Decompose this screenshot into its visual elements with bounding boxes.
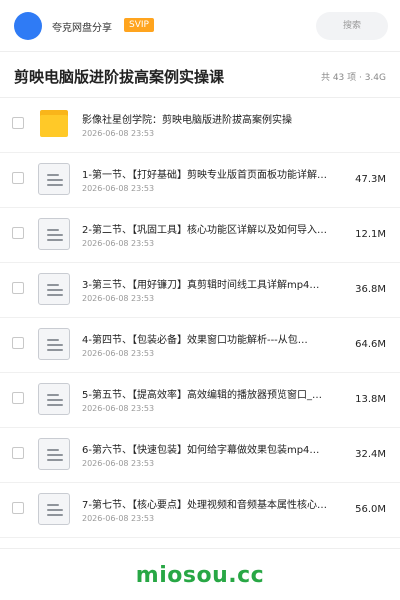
- file-date: 2026-06-08 23:53: [82, 459, 155, 468]
- file-size: 32.4M: [355, 449, 386, 460]
- file-date: 2026-06-08 23:53: [82, 239, 155, 248]
- file-size: 13.8M: [355, 394, 386, 405]
- file-date: 2026-06-08 23:53: [82, 349, 155, 358]
- select-checkbox[interactable]: [12, 337, 24, 349]
- file-list: 影像社星创学院：剪映电脑版进阶拔高案例实操 2026-06-08 23:53 1…: [0, 98, 400, 538]
- file-name: 4-第四节、【包装必备】效果窗口功能解析---从包…: [82, 335, 308, 346]
- document-icon: [38, 218, 70, 250]
- document-icon: [38, 273, 70, 305]
- list-item[interactable]: 5-第五节、【提高效率】高效编辑的播放器预览窗口_… 2026-06-08 23…: [0, 373, 400, 428]
- footer: miosou.cc: [0, 548, 400, 600]
- avatar[interactable]: [14, 12, 42, 40]
- document-icon: [38, 328, 70, 360]
- select-checkbox[interactable]: [12, 172, 24, 184]
- list-item[interactable]: 2-第二节、【巩固工具】核心功能区详解以及如何导入… 2026-06-08 23…: [0, 208, 400, 263]
- share-title-bar: 剪映电脑版进阶拔高案例实操课 共 43 项 · 3.4G: [0, 52, 400, 98]
- select-checkbox[interactable]: [12, 117, 24, 129]
- document-icon: [38, 163, 70, 195]
- file-size: 12.1M: [355, 229, 386, 240]
- file-name: 7-第七节、【核心要点】处理视频和音频基本属性核心…: [82, 500, 327, 511]
- document-icon: [38, 438, 70, 470]
- file-date: 2026-06-08 23:53: [82, 129, 155, 138]
- file-size: 64.6M: [355, 339, 386, 350]
- file-date: 2026-06-08 23:53: [82, 404, 155, 413]
- file-name: 1-第一节、【打好基础】剪映专业版首页面板功能详解…: [82, 170, 327, 181]
- svip-badge: SVIP: [124, 18, 154, 32]
- select-checkbox[interactable]: [12, 282, 24, 294]
- top-bar: 夸克网盘分享 SVIP 搜索: [0, 0, 400, 52]
- list-item[interactable]: 6-第六节、【快速包装】如何给字幕做效果包装mp4… 2026-06-08 23…: [0, 428, 400, 483]
- site-watermark: miosou.cc: [135, 563, 265, 588]
- page-title: 剪映电脑版进阶拔高案例实操课: [14, 68, 225, 86]
- file-name: 6-第六节、【快速包装】如何给字幕做效果包装mp4…: [82, 445, 320, 456]
- list-item[interactable]: 7-第七节、【核心要点】处理视频和音频基本属性核心… 2026-06-08 23…: [0, 483, 400, 538]
- document-icon: [38, 493, 70, 525]
- file-name: 5-第五节、【提高效率】高效编辑的播放器预览窗口_…: [82, 390, 322, 401]
- list-item[interactable]: 影像社星创学院：剪映电脑版进阶拔高案例实操 2026-06-08 23:53: [0, 98, 400, 153]
- item-count-size: 共 43 项 · 3.4G: [320, 73, 386, 83]
- file-name: 影像社星创学院：剪映电脑版进阶拔高案例实操: [82, 115, 292, 126]
- file-date: 2026-06-08 23:53: [82, 514, 155, 523]
- select-checkbox[interactable]: [12, 392, 24, 404]
- file-date: 2026-06-08 23:53: [82, 184, 155, 193]
- file-size: 47.3M: [355, 174, 386, 185]
- list-item[interactable]: 3-第三节、【用好镰刀】真剪辑时间线工具详解mp4… 2026-06-08 23…: [0, 263, 400, 318]
- select-checkbox[interactable]: [12, 447, 24, 459]
- document-icon: [38, 383, 70, 415]
- folder-icon: [38, 108, 70, 140]
- search-input[interactable]: 搜索: [316, 12, 388, 40]
- file-name: 3-第三节、【用好镰刀】真剪辑时间线工具详解mp4…: [82, 280, 320, 291]
- file-size: 36.8M: [355, 284, 386, 295]
- list-item[interactable]: 1-第一节、【打好基础】剪映专业版首页面板功能详解… 2026-06-08 23…: [0, 153, 400, 208]
- file-date: 2026-06-08 23:53: [82, 294, 155, 303]
- list-item[interactable]: 4-第四节、【包装必备】效果窗口功能解析---从包… 2026-06-08 23…: [0, 318, 400, 373]
- uploader-name: 夸克网盘分享: [52, 23, 112, 34]
- select-checkbox[interactable]: [12, 502, 24, 514]
- file-size: 56.0M: [355, 504, 386, 515]
- select-checkbox[interactable]: [12, 227, 24, 239]
- file-name: 2-第二节、【巩固工具】核心功能区详解以及如何导入…: [82, 225, 327, 236]
